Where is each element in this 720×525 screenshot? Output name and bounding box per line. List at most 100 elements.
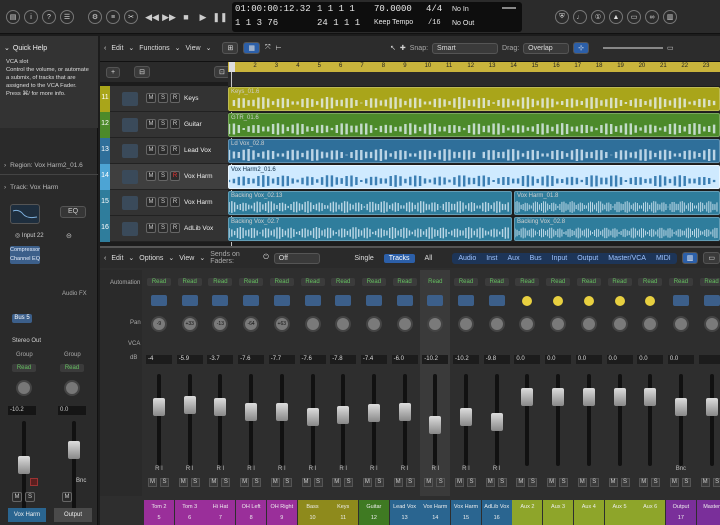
automation-mode[interactable]: Read [699, 278, 720, 286]
loops-icon[interactable]: ∞ [645, 10, 659, 24]
record-input-buttons[interactable]: R I [151, 466, 167, 474]
solo-button[interactable]: S [712, 478, 720, 487]
channel-name-tag[interactable]: Keys 11 [328, 500, 359, 525]
channel-name-tag[interactable]: OH Left 8 [236, 500, 267, 525]
track-lane[interactable]: Vox Harm2_01.6 [228, 164, 720, 190]
browser-icon[interactable]: ▥ [663, 10, 677, 24]
record-input-buttons[interactable]: R I [182, 466, 198, 474]
automation-mode[interactable]: Read [239, 278, 264, 286]
view-menu[interactable]: View [186, 45, 201, 52]
pan-knob[interactable]: -9 [151, 316, 167, 332]
channel-name-tag[interactable]: OH Right 9 [266, 500, 297, 525]
automation-mode[interactable]: Read [423, 278, 448, 286]
automation-mode[interactable]: Read [147, 278, 171, 286]
pan-knob[interactable] [611, 316, 628, 332]
channel-name-tag[interactable]: Aux 3 [543, 500, 574, 525]
track-lane[interactable]: Backing Vox_02.13 Vox Harm_01.8 [228, 190, 720, 216]
eq-thumbnail-icon[interactable] [212, 295, 229, 306]
channel-name-tag[interactable]: Vox Harm 15 [451, 500, 481, 525]
bar-ruler[interactable]: 1234567891011121314151617181920212223 [228, 62, 720, 72]
volume-fader[interactable] [582, 388, 595, 406]
pan-knob[interactable] [396, 316, 413, 332]
record-input-buttons[interactable]: R I [427, 466, 443, 474]
chevron-left-icon[interactable]: ‹ [104, 45, 106, 52]
solo-button[interactable]: S [160, 478, 169, 487]
pointer-tool-icon[interactable]: ↖ [390, 44, 396, 52]
mute-button[interactable]: M [146, 93, 156, 103]
eq-thumbnail-icon[interactable] [488, 295, 505, 306]
pan-knob[interactable] [672, 316, 689, 332]
audio-region[interactable]: Backing Vox_02.13 [228, 191, 512, 215]
info-icon[interactable]: i [24, 10, 38, 24]
volume-fader[interactable] [521, 388, 534, 406]
solo-button[interactable]: S [559, 478, 569, 487]
zoom-slider[interactable] [603, 47, 664, 49]
filter-midi[interactable]: MIDI [651, 254, 676, 263]
eq-button[interactable]: EQ [60, 206, 86, 218]
audio-fx-slot[interactable]: Audio FX [62, 291, 87, 297]
library-icon[interactable]: ▤ [6, 10, 20, 24]
volume-fader[interactable] [429, 416, 442, 434]
send-level-icon[interactable] [583, 296, 594, 306]
audio-region[interactable]: Vox Harm2_01.6 [228, 165, 720, 189]
stop-icon[interactable]: ■ [179, 10, 193, 24]
mixer-edit-menu[interactable]: Edit [111, 255, 123, 262]
pan-knob[interactable] [488, 316, 505, 332]
audio-region[interactable]: Keys_01.6 [228, 87, 720, 111]
plugin-slots[interactable]: Compressor Channel EQ [10, 246, 40, 264]
audio-region[interactable]: Vox Harm_01.8 [514, 191, 720, 215]
track-header[interactable]: 16 M S R AdLib Vox [100, 216, 228, 242]
automation-mode[interactable]: Read [484, 278, 509, 286]
eq-thumbnail-icon[interactable] [181, 295, 198, 306]
play-icon[interactable]: ▶ [196, 10, 210, 24]
scissors-icon[interactable]: ⤧ [265, 44, 271, 52]
record-enable-icon[interactable] [30, 478, 38, 486]
volume-fader[interactable] [214, 398, 227, 416]
mute-button[interactable]: M [209, 478, 219, 487]
solo-button[interactable]: S [158, 145, 168, 155]
solo-button[interactable]: S [405, 478, 415, 487]
pan-knob[interactable]: +63 [273, 316, 290, 332]
pan-knob[interactable]: -64 [243, 316, 260, 332]
region-inspector[interactable]: › Region: Vox Harm2_01.6 [4, 162, 83, 169]
mute-button[interactable]: M [700, 478, 710, 487]
eq-thumbnail-icon[interactable] [396, 295, 413, 306]
automation-icon[interactable]: ⊹ [573, 42, 590, 54]
eq-thumbnail-icon[interactable] [672, 295, 689, 306]
pencil-tool-icon[interactable]: ✚ [400, 44, 406, 52]
power-icon[interactable]: ⏻ [263, 254, 269, 262]
mute-button[interactable]: M [393, 478, 403, 487]
input-slot[interactable]: ◎ Input 22 [15, 232, 44, 239]
snap-dropdown[interactable]: Smart [432, 42, 499, 54]
pan-knob[interactable] [16, 380, 32, 396]
pan-knob[interactable]: +33 [181, 316, 198, 332]
solo-button[interactable]: S [190, 478, 200, 487]
track-header[interactable]: 12 M S R Guitar [100, 112, 228, 138]
volume-fader[interactable] [398, 403, 411, 421]
volume-fader[interactable] [275, 403, 288, 421]
solo-button[interactable]: S [651, 478, 661, 487]
mute-button[interactable]: M [608, 478, 618, 487]
filter-input[interactable]: Input [547, 254, 573, 263]
volume-fader[interactable] [18, 456, 30, 474]
mute-button[interactable]: M [547, 478, 557, 487]
send-level-icon[interactable] [645, 296, 656, 306]
mute-button[interactable]: M [240, 478, 250, 487]
channel-name-tag[interactable]: Master [696, 500, 720, 525]
send-slot[interactable]: Bus 5 [12, 314, 32, 323]
add-track-icon[interactable]: + [106, 66, 121, 78]
eq-thumbnail-icon[interactable] [365, 295, 382, 306]
wide-view-icon[interactable]: ▭ [703, 252, 720, 264]
channel-name-tag[interactable]: Aux 6 [635, 500, 666, 525]
channel-name-tag[interactable]: Lead Vox 13 [389, 500, 420, 525]
filter-aux[interactable]: Aux [503, 254, 525, 263]
volume-fader[interactable] [552, 388, 565, 406]
mute-button[interactable]: M [178, 478, 188, 487]
pan-knob[interactable] [550, 316, 567, 332]
mute-button[interactable]: M [332, 478, 342, 487]
pan-knob[interactable] [580, 316, 597, 332]
channel-name-tag[interactable]: Hi Hat 7 [205, 500, 236, 525]
channel-name-tag[interactable]: Bass 10 [297, 500, 328, 525]
track-lane[interactable]: Ld Vox_02.8 [228, 138, 720, 164]
send-level-icon[interactable] [553, 296, 564, 306]
